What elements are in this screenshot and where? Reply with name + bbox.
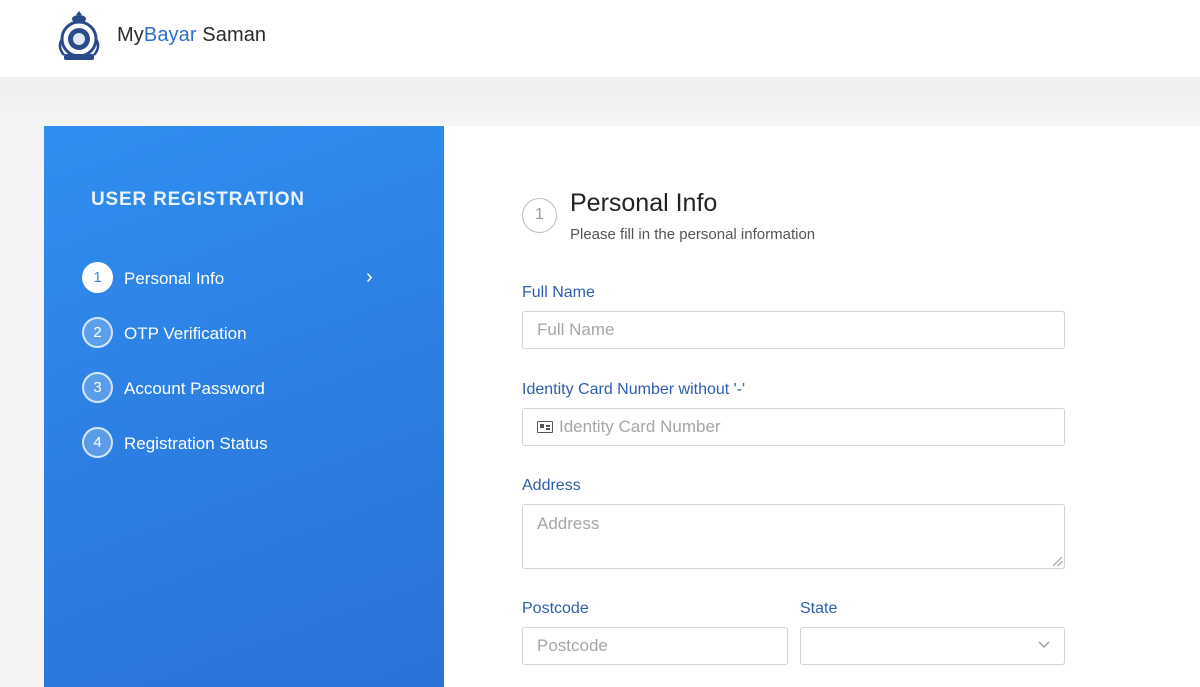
header-band — [0, 77, 1200, 126]
full-name-input[interactable]: Full Name — [522, 311, 1065, 349]
sidebar-title: USER REGISTRATION — [91, 189, 305, 210]
postcode-placeholder: Postcode — [537, 636, 608, 655]
state-select[interactable] — [800, 627, 1065, 665]
ic-number-label: Identity Card Number without '-' — [522, 381, 746, 398]
state-label: State — [800, 600, 838, 617]
id-card-icon — [537, 421, 553, 433]
step-number: 2 — [82, 317, 113, 348]
ic-number-placeholder: Identity Card Number — [559, 417, 721, 436]
ic-number-input[interactable]: Identity Card Number — [522, 408, 1065, 446]
brand-suffix: Saman — [196, 24, 267, 46]
step-personal-info[interactable]: 1 Personal Info › — [82, 262, 392, 294]
step-number: 1 — [82, 262, 113, 293]
step-otp-verification[interactable]: 2 OTP Verification — [82, 317, 392, 349]
step-account-password[interactable]: 3 Account Password — [82, 372, 392, 404]
police-crest-logo[interactable] — [54, 9, 104, 63]
step-label: Personal Info — [124, 269, 225, 288]
form-step-number: 1 — [522, 198, 557, 233]
registration-form-panel: 1 Personal Info Please fill in the perso… — [444, 126, 1200, 687]
postcode-input[interactable]: Postcode — [522, 627, 788, 665]
step-registration-status[interactable]: 4 Registration Status — [82, 427, 392, 459]
top-bar: MyBayar Saman — [0, 0, 1200, 77]
full-name-label: Full Name — [522, 284, 595, 301]
postcode-label: Postcode — [522, 600, 589, 617]
form-subtitle: Please fill in the personal information — [570, 226, 816, 243]
step-label: Account Password — [124, 379, 265, 398]
address-textarea[interactable]: Address — [522, 504, 1065, 569]
step-label: OTP Verification — [124, 324, 247, 343]
chevron-down-icon — [1038, 637, 1050, 653]
step-number: 4 — [82, 427, 113, 458]
step-label: Registration Status — [124, 434, 268, 453]
full-name-placeholder: Full Name — [537, 320, 615, 339]
step-number: 3 — [82, 372, 113, 403]
address-placeholder: Address — [537, 514, 600, 533]
resize-handle-icon[interactable] — [1053, 557, 1062, 566]
chevron-right-icon: › — [366, 266, 373, 288]
form-title: Personal Info — [570, 189, 718, 217]
registration-sidebar: USER REGISTRATION 1 Personal Info › 2 OT… — [44, 126, 444, 687]
brand-accent: Bayar — [143, 24, 197, 46]
address-label: Address — [522, 477, 581, 494]
brand-prefix: My — [117, 24, 144, 46]
app-brand[interactable]: MyBayar Saman — [117, 24, 266, 47]
